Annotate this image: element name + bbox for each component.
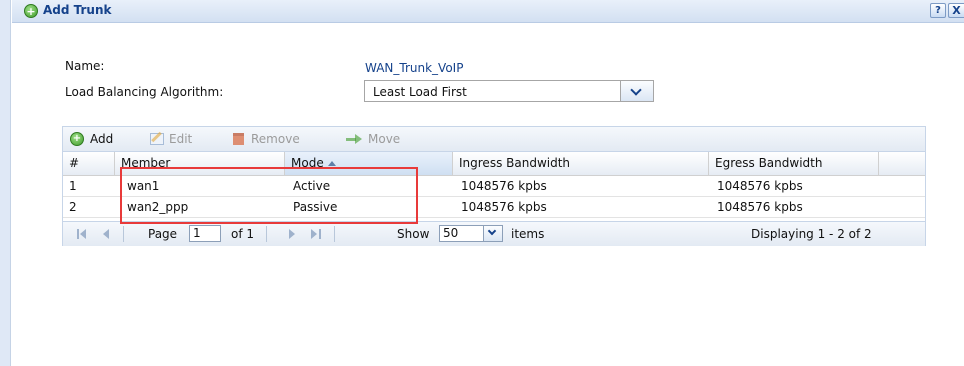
- grid-pager: Page 1 of 1 Show 50 items Displaying 1 -…: [63, 221, 925, 246]
- row-index: 2: [69, 200, 77, 214]
- grid-toolbar: + Add Edit Remove Move: [63, 127, 925, 152]
- last-page-icon[interactable]: [311, 229, 321, 239]
- chevron-down-icon: [630, 84, 642, 96]
- pager-separator: [334, 226, 335, 242]
- column-header-ingress[interactable]: Ingress Bandwidth: [453, 152, 709, 175]
- chevron-down-icon: [487, 226, 497, 236]
- add-trunk-dialog: + Add Trunk ? X Name: WAN_Trunk_VoIP Loa…: [12, 0, 964, 366]
- dialog-title: Add Trunk: [43, 3, 112, 17]
- algorithm-label: Load Balancing Algorithm:: [65, 85, 224, 99]
- dialog-titlebar[interactable]: + Add Trunk ? X: [12, 0, 964, 23]
- page-label: Page: [148, 227, 178, 241]
- page-count-label: of 1: [231, 227, 255, 241]
- row-ingress: 1048576 kpbs: [461, 200, 547, 214]
- algorithm-selected-value: Least Load First: [373, 85, 467, 99]
- first-page-icon[interactable]: [77, 229, 87, 239]
- row-ingress: 1048576 kpbs: [461, 179, 547, 193]
- previous-page-icon[interactable]: [101, 229, 111, 239]
- next-page-icon[interactable]: [287, 229, 297, 239]
- edit-icon: [150, 133, 164, 145]
- items-label: items: [511, 227, 545, 241]
- add-circle-icon: +: [24, 4, 38, 18]
- name-label: Name:: [65, 59, 105, 73]
- close-button[interactable]: X: [948, 3, 964, 18]
- row-egress: 1048576 kpbs: [717, 179, 803, 193]
- highlight-box: [120, 167, 418, 224]
- name-value: WAN_Trunk_VoIP: [365, 61, 464, 75]
- column-header-egress[interactable]: Egress Bandwidth: [709, 152, 879, 175]
- pager-separator: [266, 226, 267, 242]
- trash-icon: [233, 133, 244, 145]
- column-header-index[interactable]: #: [63, 152, 115, 175]
- move-button[interactable]: Move: [368, 132, 400, 146]
- show-label: Show: [397, 227, 430, 241]
- row-index: 1: [69, 179, 77, 193]
- add-button[interactable]: Add: [90, 132, 113, 146]
- algorithm-select[interactable]: Least Load First: [364, 80, 654, 102]
- page-number-input[interactable]: 1: [189, 225, 221, 242]
- pager-status: Displaying 1 - 2 of 2: [751, 227, 872, 241]
- pager-separator: [123, 226, 124, 242]
- edit-button[interactable]: Edit: [169, 132, 192, 146]
- move-icon: [346, 133, 364, 145]
- remove-button[interactable]: Remove: [251, 132, 300, 146]
- page-size-select[interactable]: 50: [439, 225, 503, 242]
- help-button[interactable]: ?: [930, 3, 946, 18]
- sort-ascending-icon: [327, 161, 336, 166]
- add-icon[interactable]: +: [70, 132, 84, 146]
- page-size-dropdown-button[interactable]: [483, 226, 502, 241]
- algorithm-dropdown-button[interactable]: [620, 81, 653, 101]
- row-egress: 1048576 kpbs: [717, 200, 803, 214]
- page-size-value: 50: [443, 226, 459, 240]
- background-panel-edge: [0, 0, 11, 366]
